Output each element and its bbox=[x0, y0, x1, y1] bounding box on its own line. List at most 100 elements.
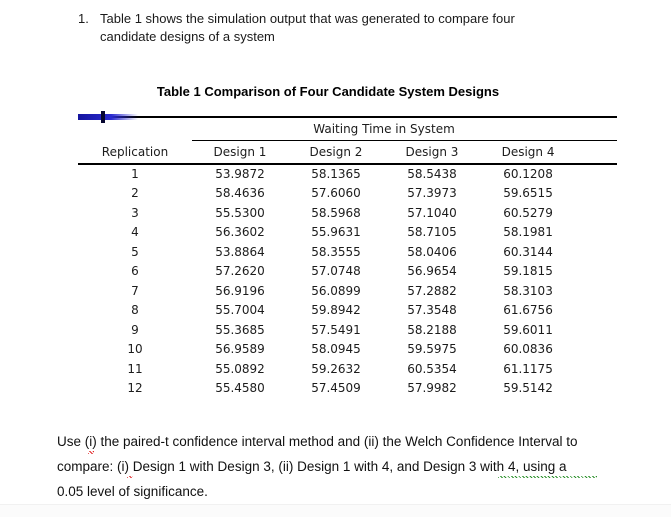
replication-cell: 10 bbox=[127, 342, 143, 357]
page-bottom-edge bbox=[0, 504, 671, 517]
row-filler bbox=[576, 379, 617, 399]
row-filler bbox=[576, 203, 617, 223]
value-cell: 57.0748 bbox=[311, 264, 361, 279]
row-filler bbox=[576, 320, 617, 340]
value-cell: 57.2620 bbox=[215, 264, 265, 279]
value-cell: 60.5279 bbox=[503, 205, 553, 220]
value-cell: 61.1175 bbox=[503, 361, 553, 376]
value-cell: 59.6011 bbox=[503, 322, 553, 337]
value-cell: 60.5354 bbox=[407, 361, 457, 376]
value-cell: 57.6060 bbox=[311, 186, 361, 201]
spellcheck-squiggle-icon bbox=[88, 451, 94, 454]
value-cell: 58.0945 bbox=[311, 342, 361, 357]
value-cell: 56.9589 bbox=[215, 342, 265, 357]
replication-cell: 6 bbox=[131, 264, 139, 279]
footer-line-3: 0.05 level of significance. bbox=[57, 483, 208, 499]
replication-cell: 9 bbox=[131, 322, 139, 337]
row-filler bbox=[576, 281, 617, 301]
value-cell: 57.3973 bbox=[407, 186, 457, 201]
value-cell: 58.4636 bbox=[215, 186, 265, 201]
footer-paragraph: Use (i) the paired-t confidence interval… bbox=[57, 430, 629, 504]
value-cell: 57.1040 bbox=[407, 205, 457, 220]
replication-cell: 12 bbox=[127, 381, 143, 396]
value-cell: 56.9196 bbox=[215, 283, 265, 298]
replication-header: Replication bbox=[78, 140, 192, 165]
value-cell: 56.3602 bbox=[215, 225, 265, 240]
design-header-4: Design 4 bbox=[480, 140, 577, 165]
document-page: { "problem": { "number": "1.", "line1": … bbox=[0, 0, 671, 517]
replication-cell: 7 bbox=[131, 283, 139, 298]
value-cell: 57.9982 bbox=[407, 381, 457, 396]
group-header-cell: Waiting Time in System bbox=[192, 117, 577, 141]
table-row: 9 55.3685 57.5491 58.2188 59.6011 bbox=[78, 320, 617, 340]
table-row: 2 58.4636 57.6060 57.3973 59.6515 bbox=[78, 184, 617, 204]
group-header-filler bbox=[576, 117, 618, 141]
table-row: 7 56.9196 56.0899 57.2882 58.3103 bbox=[78, 281, 617, 301]
comparison-table: Waiting Time in System Replication Desig… bbox=[78, 116, 618, 398]
grammarcheck-squiggle-icon bbox=[498, 475, 597, 479]
table-row: 4 56.3602 55.9631 58.7105 58.1981 bbox=[78, 223, 617, 243]
value-cell: 60.0836 bbox=[503, 342, 553, 357]
value-cell: 55.9631 bbox=[311, 225, 361, 240]
row-filler bbox=[576, 301, 617, 321]
design-header-2: Design 2 bbox=[288, 140, 384, 165]
value-cell: 60.3144 bbox=[503, 244, 553, 259]
value-cell: 58.7105 bbox=[407, 225, 457, 240]
table-caption: Table 1 Comparison of Four Candidate Sys… bbox=[156, 84, 500, 99]
column-header-filler bbox=[576, 140, 618, 165]
value-cell: 58.1981 bbox=[503, 225, 553, 240]
problem-text-line2: candidate designs of a system bbox=[100, 28, 275, 44]
replication-cell: 2 bbox=[131, 186, 139, 201]
problem-number: 1. bbox=[78, 11, 89, 26]
value-cell: 55.7004 bbox=[215, 303, 265, 318]
table-body: 1 53.9872 58.1365 58.5438 60.1208 2 58.4… bbox=[78, 164, 617, 398]
value-cell: 57.4509 bbox=[311, 381, 361, 396]
comparison-table-wrap: Waiting Time in System Replication Desig… bbox=[78, 111, 618, 398]
value-cell: 55.0892 bbox=[215, 361, 265, 376]
table-row: 1 53.9872 58.1365 58.5438 60.1208 bbox=[78, 164, 617, 184]
row-filler bbox=[576, 262, 617, 282]
row-filler bbox=[576, 223, 617, 243]
value-cell: 57.2882 bbox=[407, 283, 457, 298]
replication-cell: 8 bbox=[131, 303, 139, 318]
value-cell: 58.3555 bbox=[311, 244, 361, 259]
row-filler bbox=[576, 340, 617, 360]
value-cell: 59.2632 bbox=[311, 361, 361, 376]
replication-cell: 11 bbox=[127, 361, 143, 376]
value-cell: 57.5491 bbox=[311, 322, 361, 337]
replication-cell: 1 bbox=[131, 167, 139, 182]
value-cell: 59.8942 bbox=[311, 303, 361, 318]
table-row: 11 55.0892 59.2632 60.5354 61.1175 bbox=[78, 359, 617, 379]
replication-cell: 4 bbox=[131, 225, 139, 240]
value-cell: 59.5142 bbox=[503, 381, 553, 396]
replication-cell: 3 bbox=[131, 205, 139, 220]
row-filler bbox=[576, 164, 617, 184]
row-filler bbox=[576, 184, 617, 204]
column-header-row: Replication Design 1 Design 2 Design 3 D… bbox=[78, 140, 618, 165]
value-cell: 58.5438 bbox=[407, 167, 457, 182]
design-header-3: Design 3 bbox=[384, 140, 480, 165]
value-cell: 58.0406 bbox=[407, 244, 457, 259]
value-cell: 56.9654 bbox=[407, 264, 457, 279]
table-row: 12 55.4580 57.4509 57.9982 59.5142 bbox=[78, 379, 617, 399]
row-filler bbox=[576, 242, 617, 262]
value-cell: 61.6756 bbox=[503, 303, 553, 318]
value-cell: 58.3103 bbox=[503, 283, 553, 298]
problem-text-line1: Table 1 shows the simulation output that… bbox=[100, 11, 515, 26]
value-cell: 57.3548 bbox=[407, 303, 457, 318]
footer-line-1: Use (i) the paired-t confidence interval… bbox=[57, 434, 578, 449]
table-row: 5 53.8864 58.3555 58.0406 60.3144 bbox=[78, 242, 617, 262]
group-header-spacer bbox=[78, 117, 192, 140]
table-row: 8 55.7004 59.8942 57.3548 61.6756 bbox=[78, 301, 617, 321]
value-cell: 58.2188 bbox=[407, 322, 457, 337]
value-cell: 55.5300 bbox=[215, 205, 265, 220]
table-row: 3 55.5300 58.5968 57.1040 60.5279 bbox=[78, 203, 617, 223]
spellcheck-squiggle-icon bbox=[127, 475, 133, 479]
value-cell: 60.1208 bbox=[503, 167, 553, 182]
value-cell: 58.1365 bbox=[311, 167, 361, 182]
value-cell: 55.3685 bbox=[215, 322, 265, 337]
group-header-row: Waiting Time in System bbox=[78, 117, 618, 141]
table-row: 6 57.2620 57.0748 56.9654 59.1815 bbox=[78, 262, 617, 282]
value-cell: 56.0899 bbox=[311, 283, 361, 298]
table-row: 10 56.9589 58.0945 59.5975 60.0836 bbox=[78, 340, 617, 360]
